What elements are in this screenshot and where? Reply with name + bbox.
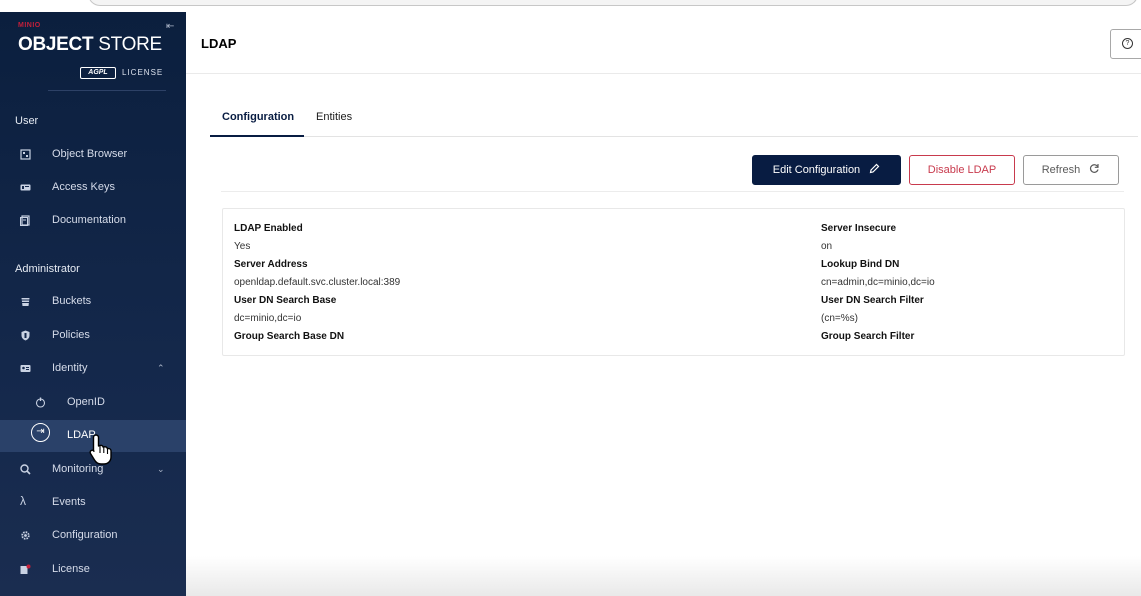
refresh-button[interactable]: Refresh — [1023, 155, 1119, 185]
page-header: LDAP ? — [186, 12, 1141, 74]
sidebar-item-license[interactable]: License — [0, 557, 186, 583]
gear-icon — [21, 531, 30, 540]
refresh-icon — [1090, 164, 1099, 173]
logo-product-suffix: STORE — [93, 34, 162, 55]
user-dn-search-base-label: User DN Search Base — [234, 295, 337, 306]
sidebar-item-policies[interactable]: Policies — [0, 323, 186, 349]
user-dn-search-filter-label: User DN Search Filter — [821, 295, 924, 306]
group-search-base-dn-label: Group Search Base DN — [234, 331, 345, 342]
sidebar-divider — [48, 90, 166, 91]
sidebar-item-object-browser[interactable]: Object Browser — [0, 142, 186, 168]
group-search-filter-label: Group Search Filter — [821, 331, 915, 342]
sidebar-item-label: Identity — [52, 362, 88, 374]
license-icon — [20, 564, 31, 574]
sidebar-item-openid[interactable]: OpenID — [0, 390, 186, 416]
pencil-icon — [869, 163, 880, 174]
server-insecure-value: on — [821, 241, 833, 252]
lookup-bind-dn-label: Lookup Bind DN — [821, 259, 900, 270]
actions-divider — [221, 191, 1124, 192]
tab-bar: Configuration Entities — [210, 100, 1138, 137]
logo-product-main: OBJECT — [18, 34, 94, 55]
object-browser-icon — [20, 149, 31, 160]
identity-card-icon — [20, 365, 31, 372]
server-insecure-label: Server Insecure — [821, 223, 897, 234]
sidebar-item-label: Buckets — [52, 295, 92, 307]
ldap-enabled-value: Yes — [234, 241, 251, 252]
lookup-bind-dn-value: cn=admin,dc=minio,dc=io — [821, 277, 935, 288]
sidebar-item-label: Configuration — [52, 529, 118, 541]
server-address-value: openldap.default.svc.cluster.local:389 — [234, 277, 401, 288]
sidebar-item-label: Events — [52, 496, 86, 508]
sidebar-item-events[interactable]: λ Events — [0, 490, 186, 516]
ldap-login-icon: ⇥ — [31, 423, 50, 442]
logo-brand: MINIO — [18, 22, 41, 29]
sidebar-item-configuration[interactable]: Configuration — [0, 523, 186, 549]
section-label-user: User — [15, 115, 39, 127]
sidebar-item-label: Policies — [52, 329, 90, 341]
help-icon: ? — [1122, 38, 1133, 49]
logo-license-text: LICENSE — [122, 68, 164, 77]
agpl-badge: AGPL — [80, 67, 116, 79]
hand-cursor-icon — [89, 434, 112, 465]
sidebar-item-label: OpenID — [67, 396, 105, 408]
disable-ldap-button[interactable]: Disable LDAP — [909, 155, 1015, 185]
sidebar-item-label: License — [52, 563, 90, 575]
edit-configuration-button[interactable]: Edit Configuration — [752, 155, 901, 185]
tab-entities[interactable]: Entities — [316, 111, 352, 123]
document-icon — [20, 215, 30, 226]
help-button[interactable]: ? — [1110, 29, 1141, 59]
openid-icon — [35, 397, 46, 408]
main-content: LDAP ? Configuration Entities Edit Confi… — [186, 12, 1141, 596]
policy-shield-icon — [21, 330, 30, 341]
sidebar-item-access-keys[interactable]: Access Keys — [0, 175, 186, 201]
sidebar-item-identity[interactable]: Identity ⌃ — [0, 356, 186, 382]
monitoring-icon — [20, 464, 31, 475]
active-tab-indicator — [210, 135, 304, 137]
logo-product: OBJECT STORE — [18, 34, 162, 56]
sidebar-item-label: Documentation — [52, 214, 126, 226]
bucket-icon — [21, 298, 30, 306]
refresh-label: Refresh — [1041, 164, 1081, 176]
chevron-up-icon: ⌃ — [157, 363, 165, 373]
server-address-label: Server Address — [234, 259, 308, 270]
browser-address-bar — [88, 0, 1138, 6]
sidebar-item-label: Object Browser — [52, 148, 128, 160]
user-dn-search-base-value: dc=minio,dc=io — [234, 313, 302, 324]
sidebar-item-documentation[interactable]: Documentation — [0, 208, 186, 234]
bottom-shadow — [186, 556, 1141, 596]
collapse-sidebar-icon[interactable]: ⇤ — [166, 22, 176, 32]
minio-logo: MINIO OBJECT STORE AGPL LICENSE — [18, 22, 168, 82]
user-dn-search-filter-value: (cn=%s) — [821, 313, 858, 324]
page-title: LDAP — [201, 36, 237, 51]
sidebar: MINIO OBJECT STORE AGPL LICENSE ⇤ User O… — [0, 12, 186, 596]
ldap-enabled-label: LDAP Enabled — [234, 223, 303, 234]
key-icon — [20, 184, 31, 191]
tab-configuration[interactable]: Configuration — [222, 111, 294, 123]
section-label-administrator: Administrator — [15, 263, 80, 275]
ldap-configuration-card: LDAP Enabled Yes Server Address openldap… — [222, 208, 1125, 356]
sidebar-item-buckets[interactable]: Buckets — [0, 289, 186, 315]
chevron-down-icon: ⌄ — [157, 464, 165, 474]
browser-chrome — [0, 0, 1141, 12]
lambda-icon: λ — [20, 494, 26, 508]
edit-configuration-label: Edit Configuration — [772, 164, 861, 176]
sidebar-item-label: Access Keys — [52, 181, 115, 193]
